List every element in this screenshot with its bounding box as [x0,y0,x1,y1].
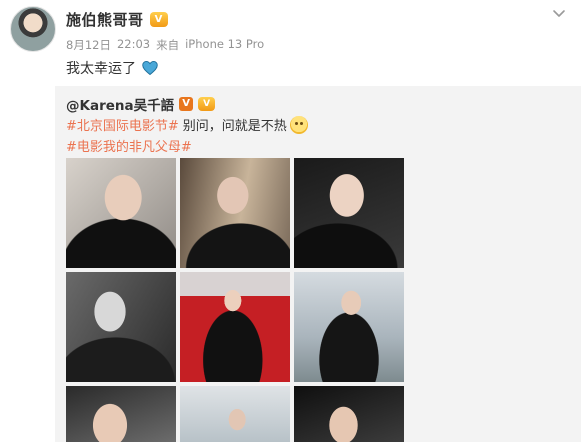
author-name[interactable]: 施伯熊哥哥 [66,9,144,30]
photo-1[interactable] [66,158,176,268]
author-row: 施伯熊哥哥 V [66,9,168,29]
hashtag-link[interactable]: #北京国际电影节# [66,115,179,134]
repost-hashtag-line: #电影我的非凡父母# [66,136,192,155]
blue-heart-icon [142,60,158,76]
post-time: 22:03 [116,37,151,51]
photo-9[interactable] [294,386,404,442]
repost-text-line: #北京国际电影节# 别问，问就是不热 [66,115,308,134]
photo-6[interactable] [294,272,404,382]
source-prefix: 来自 [156,38,180,52]
photo-4[interactable] [66,272,176,382]
photo-7[interactable] [66,386,176,442]
post-text: 我太幸运了 [66,58,159,78]
smile-emoji-icon [289,115,308,134]
repost-author-row: @Karena吴千語 V V [66,94,216,114]
hashtag-link[interactable]: #电影我的非凡父母# [66,136,192,155]
repost-text: 别问，问就是不热 [182,119,287,134]
post-date[interactable]: 8月12日 [66,37,111,53]
post-text-content: 我太幸运了 [66,61,136,77]
vip-badge-icon: V [198,97,216,111]
photo-2[interactable] [180,158,290,268]
author-avatar[interactable] [10,6,56,52]
vip-badge-icon: V [149,11,168,27]
post-source: iPhone 13 Pro [185,37,265,51]
photo-8[interactable] [180,386,290,442]
chevron-down-icon[interactable] [551,6,567,22]
photo-3[interactable] [294,158,404,268]
post-meta: 8月12日 22:03 来自 iPhone 13 Pro [66,37,264,53]
weibo-post: 施伯熊哥哥 V 8月12日 22:03 来自 iPhone 13 Pro 我太幸… [0,0,581,442]
photo-5[interactable] [180,272,290,382]
verified-icon: V [179,97,194,111]
repost-author-name[interactable]: @Karena吴千語 [66,94,174,114]
